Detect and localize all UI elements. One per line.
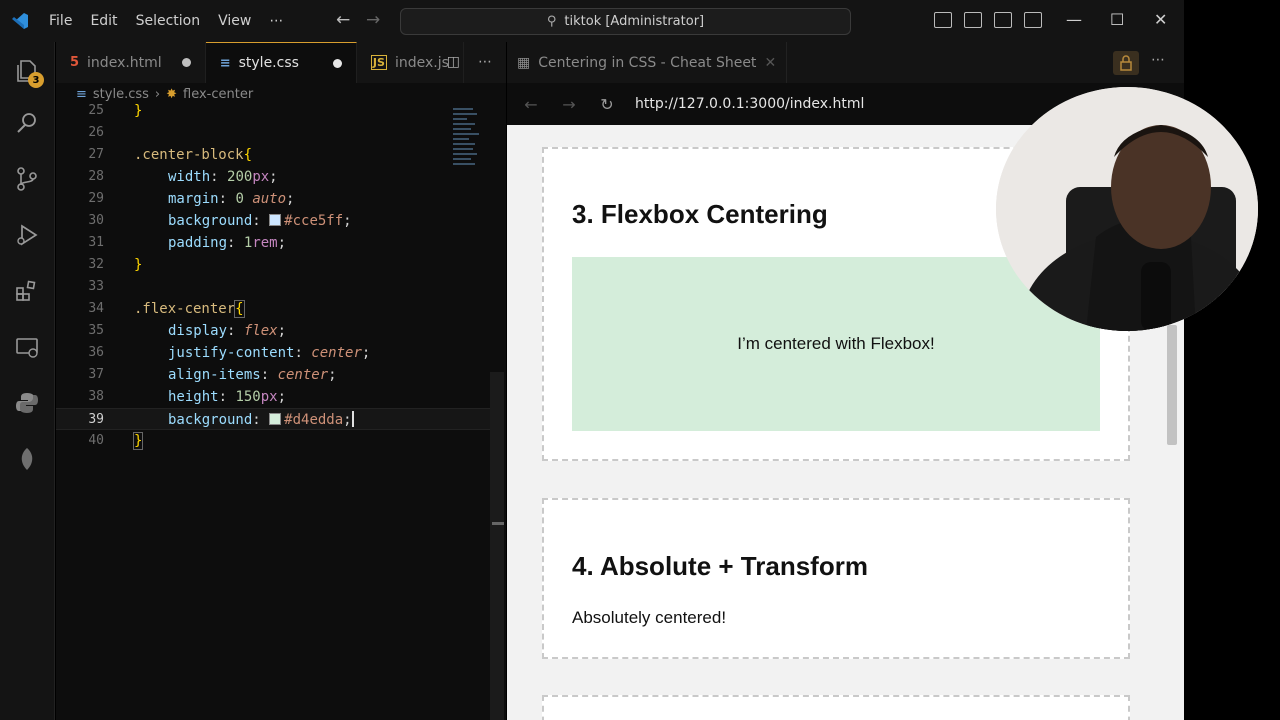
modified-dot-icon — [181, 58, 191, 67]
more-actions-icon[interactable]: ⋯ — [1151, 52, 1165, 68]
back-arrow-icon[interactable]: ← — [336, 10, 350, 30]
code-line: 27 .center-block{ — [88, 147, 253, 163]
color-swatch-icon[interactable] — [269, 413, 282, 425]
code-line: 34 .flex-center{ — [88, 300, 245, 318]
tab-label: style.css — [238, 55, 299, 71]
code-line: 32} — [88, 257, 143, 273]
browser-tab[interactable]: ▦ Centering in CSS - Cheat Sheet ✕ — [507, 42, 788, 83]
title-bar: File Edit Selection View ⋯ ← → ⚲ tiktok … — [0, 0, 1184, 42]
browser-tab-title: Centering in CSS - Cheat Sheet — [538, 54, 757, 71]
code-line: 26 — [88, 125, 104, 140]
menu-file[interactable]: File — [40, 0, 81, 42]
maximize-icon[interactable]: ☐ — [1110, 10, 1124, 29]
toggle-sidebar-icon[interactable] — [934, 12, 952, 28]
text-cursor — [351, 411, 354, 427]
webcam-overlay — [996, 87, 1258, 331]
demo-text: Absolutely centered! — [572, 608, 727, 627]
tab-style-css[interactable]: ≡ style.css — [205, 42, 357, 83]
editor-tabs: 5 index.html ≡ style.css JS index.js ◫ ⋯ — [56, 42, 506, 83]
toggle-panel-icon[interactable] — [964, 12, 982, 28]
vscode-logo-icon — [0, 0, 40, 42]
explorer-badge: 3 — [28, 72, 44, 88]
command-center[interactable]: ⚲ tiktok [Administrator] — [400, 8, 851, 35]
css-icon: ≡ — [219, 55, 231, 71]
tab-label: index.js — [394, 54, 449, 71]
page-scrollbar[interactable] — [1167, 325, 1177, 445]
editor-tab-actions: ◫ ⋯ — [447, 54, 492, 70]
flexbox-demo-box: I’m centered with Flexbox! — [572, 257, 1100, 431]
demo-text: I’m centered with Flexbox! — [737, 334, 935, 353]
code-line: 28 width: 200px; — [88, 169, 278, 185]
command-center-label: tiktok [Administrator] — [564, 14, 705, 29]
search-icon[interactable] — [12, 108, 42, 138]
code-line: 33 — [88, 279, 104, 294]
code-line: 30 background: #cce5ff; — [88, 213, 352, 229]
browser-tab-bar: ▦ Centering in CSS - Cheat Sheet ✕ ⋯ — [507, 42, 1184, 83]
menu-more[interactable]: ⋯ — [260, 0, 292, 42]
scrollbar-marker — [492, 522, 504, 525]
back-arrow-icon[interactable]: ← — [517, 95, 545, 114]
forward-arrow-icon[interactable]: → — [366, 10, 380, 30]
remote-explorer-icon[interactable] — [12, 332, 42, 362]
forward-arrow-icon[interactable]: → — [555, 95, 583, 114]
more-actions-icon[interactable]: ⋯ — [478, 54, 492, 70]
code-line: 25} — [88, 103, 143, 119]
lock-icon[interactable] — [1113, 51, 1139, 75]
tab-label: index.html — [87, 54, 162, 71]
color-swatch-icon[interactable] — [269, 214, 282, 226]
menu-view[interactable]: View — [209, 0, 260, 42]
minimize-icon[interactable]: — — [1066, 10, 1082, 29]
search-icon: ⚲ — [546, 14, 557, 29]
minimap[interactable] — [453, 108, 481, 188]
code-line: 40} — [88, 432, 144, 450]
menu-edit[interactable]: Edit — [81, 0, 126, 42]
run-debug-icon[interactable] — [12, 220, 42, 250]
code-line-current: 39 background: #d4edda; — [56, 408, 496, 430]
code-line: 35 display: flex; — [88, 323, 287, 339]
python-icon[interactable] — [12, 388, 42, 418]
extensions-icon[interactable] — [12, 276, 42, 306]
source-control-icon[interactable] — [12, 164, 42, 194]
section-card-absolute: 4. Absolute + Transform Absolutely cente… — [542, 498, 1130, 659]
code-line: 31 padding: 1rem; — [88, 235, 287, 251]
js-icon: JS — [370, 55, 387, 70]
layout-controls — [934, 12, 1042, 28]
preview-icon: ▦ — [517, 54, 531, 71]
code-line: 29 margin: 0 auto; — [88, 191, 295, 207]
close-icon[interactable]: ✕ — [1154, 10, 1167, 29]
code-lines[interactable]: 25} 26 27 .center-block{ 28 width: 200px; … — [56, 100, 496, 452]
toggle-secondary-sidebar-icon[interactable] — [994, 12, 1012, 28]
code-line: 37 align-items: center; — [88, 367, 337, 383]
reload-icon[interactable]: ↻ — [593, 95, 621, 114]
leaf-icon[interactable] — [12, 444, 42, 474]
html-icon: 5 — [70, 55, 80, 70]
section-title: 4. Absolute + Transform — [572, 551, 868, 581]
tab-index-html[interactable]: 5 index.html — [56, 42, 206, 83]
code-line: 36 justify-content: center; — [88, 345, 371, 361]
close-tab-icon[interactable]: ✕ — [764, 55, 776, 71]
editor-scrollbar[interactable] — [490, 372, 504, 720]
modified-dot-icon — [332, 58, 342, 68]
activity-bar: 3 — [0, 42, 55, 720]
section-title: 3. Flexbox Centering — [572, 199, 828, 229]
section-card-next — [542, 695, 1130, 720]
menu-selection[interactable]: Selection — [127, 0, 210, 42]
url-input[interactable]: http://127.0.0.1:3000/index.html — [635, 96, 864, 112]
code-editor: 5 index.html ≡ style.css JS index.js ◫ ⋯… — [56, 42, 506, 720]
customize-layout-icon[interactable] — [1024, 12, 1042, 28]
split-editor-icon[interactable]: ◫ — [447, 54, 460, 70]
code-line: 38 height: 150px; — [88, 389, 287, 405]
